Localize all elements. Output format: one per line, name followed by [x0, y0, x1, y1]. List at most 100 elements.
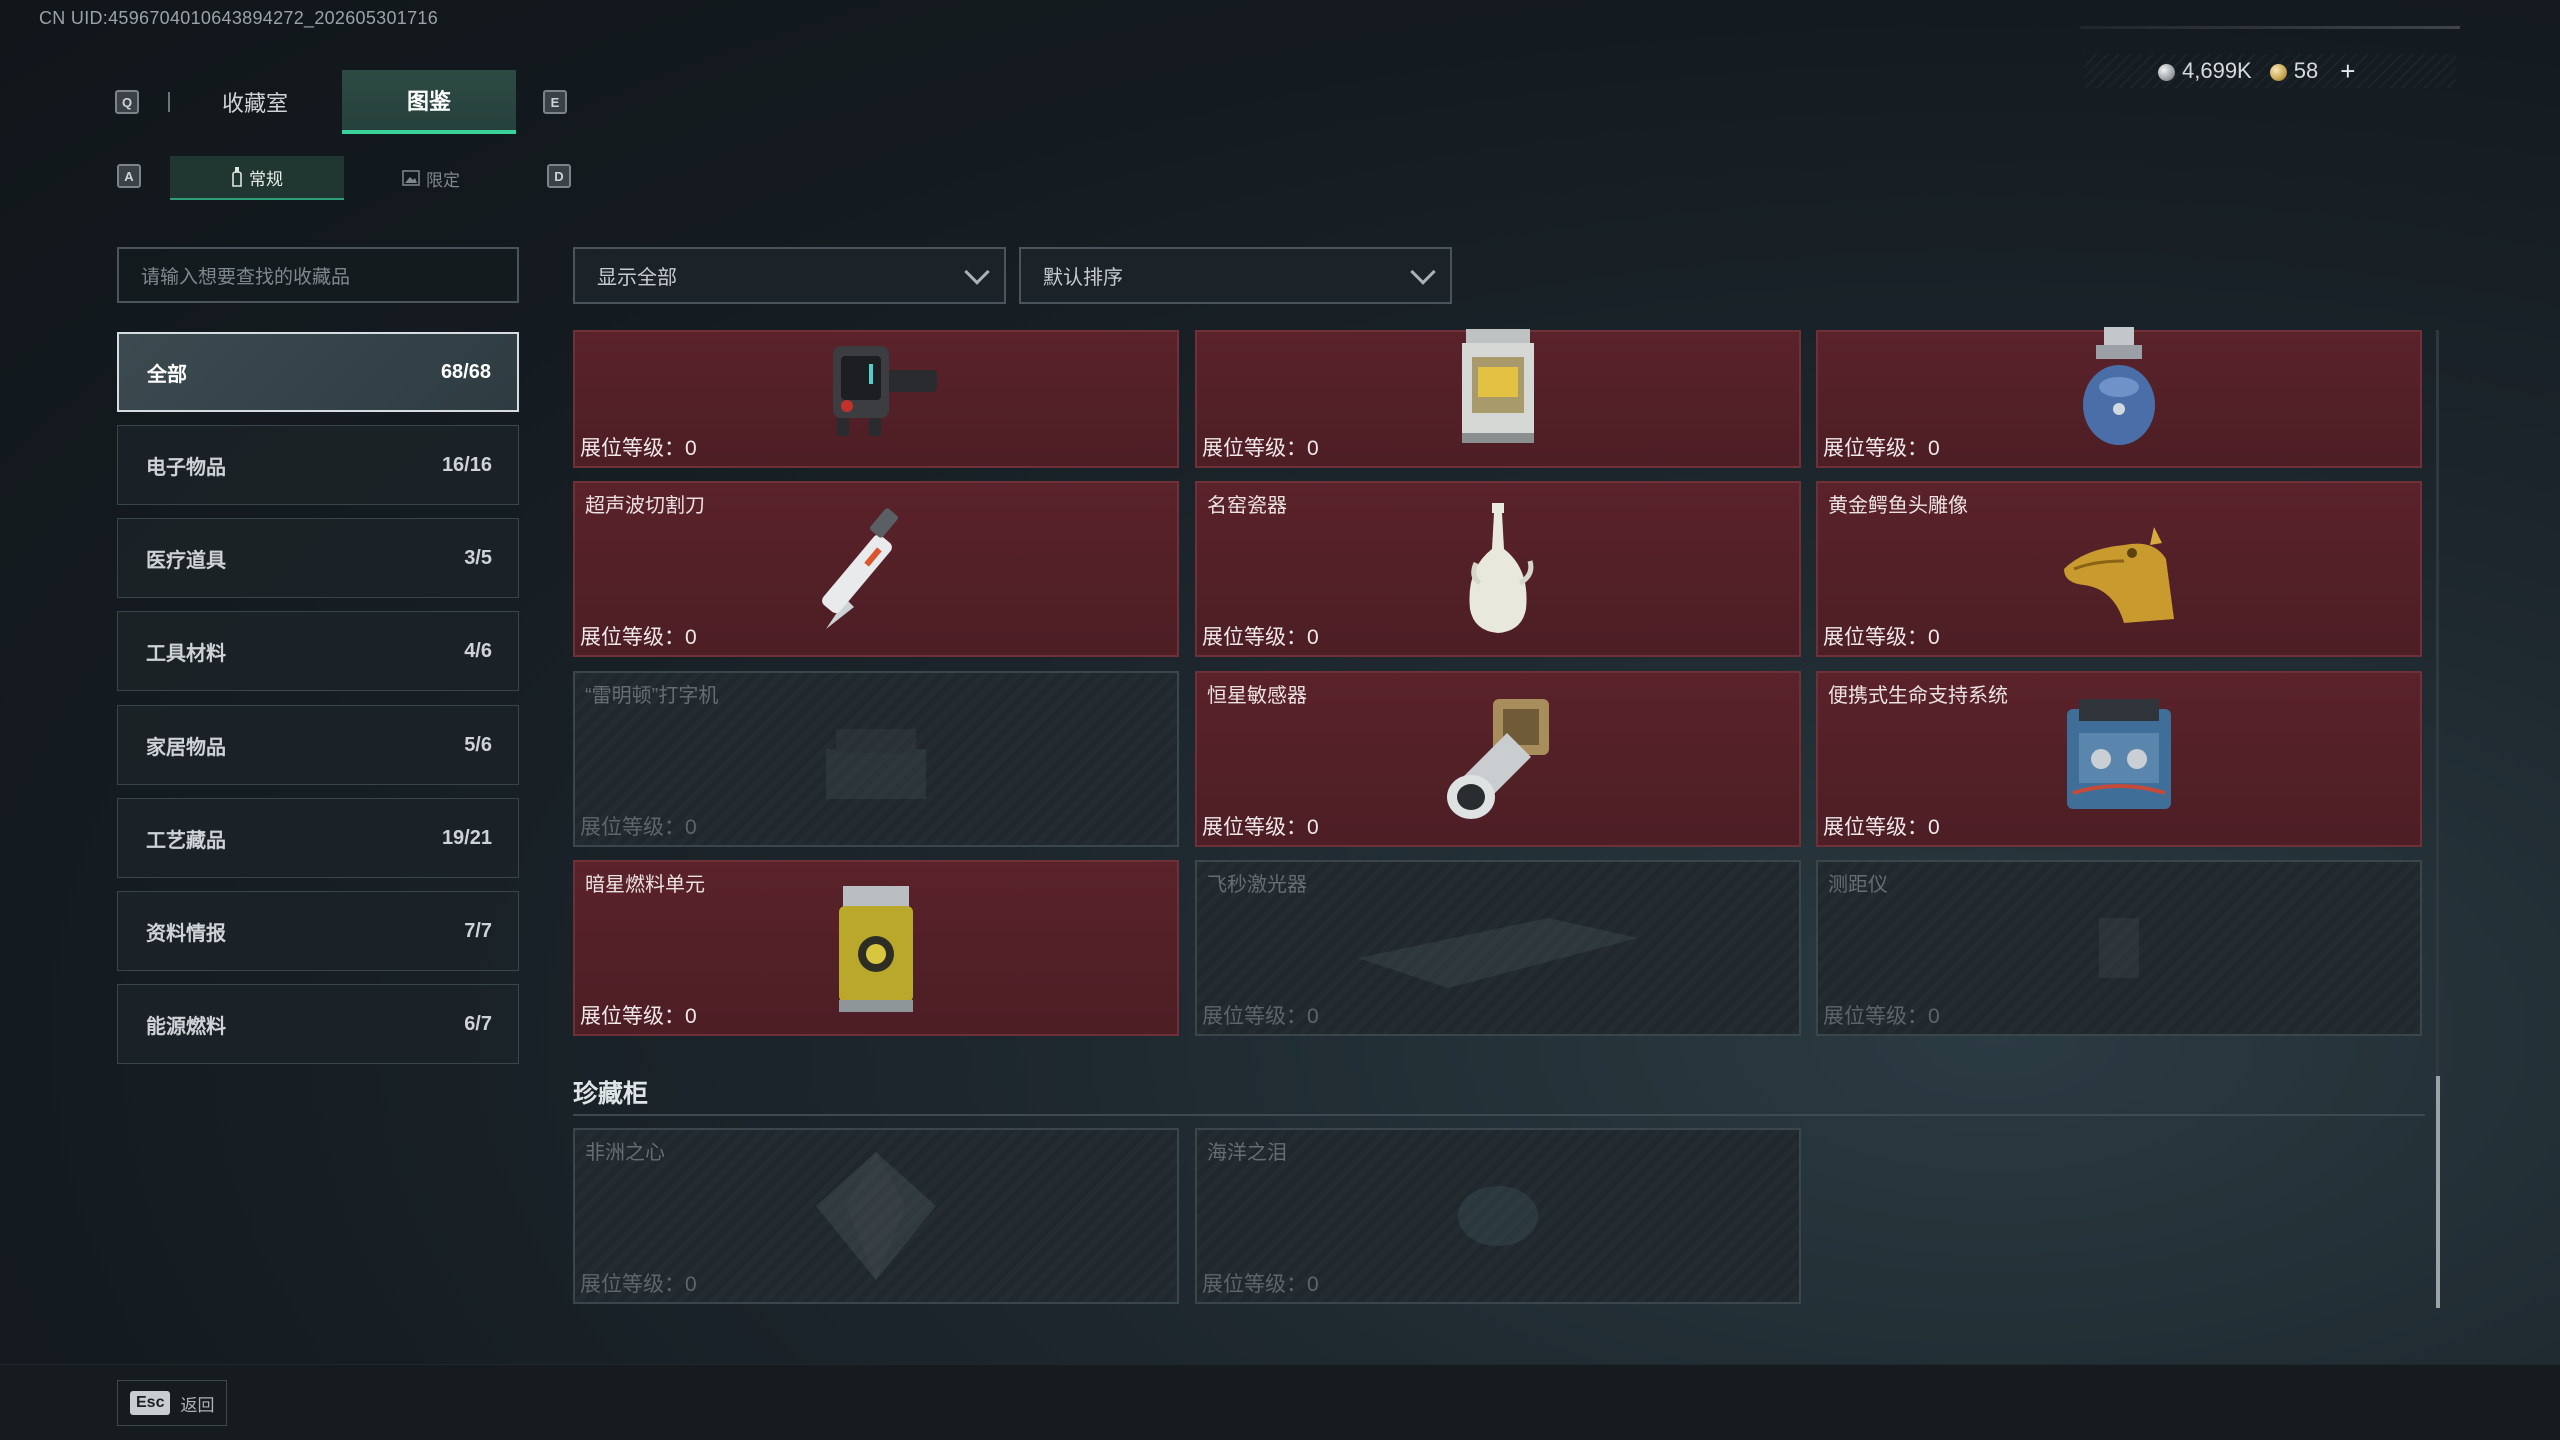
collection-card[interactable]: 展位等级：0 — [1816, 327, 2422, 468]
item-name: 恒星敏感器 — [1207, 685, 1307, 707]
section-title: 珍藏柜 — [573, 1080, 649, 1108]
gold-amount: 58 — [2293, 58, 2319, 83]
category-crafts[interactable]: 工艺藏品 19/21 — [117, 798, 519, 878]
lantern-icon — [1462, 329, 1534, 443]
picture-icon — [402, 170, 420, 186]
diamond-icon — [816, 1152, 936, 1280]
category-count: 19/21 — [441, 826, 492, 849]
key-hint-prev-subtab: A — [117, 164, 141, 188]
display-level: 展位等级：0 — [1823, 816, 1940, 839]
back-button[interactable]: Esc 返回 — [117, 1380, 227, 1426]
display-level: 展位等级：0 — [1823, 1005, 1940, 1028]
sort-dropdown[interactable]: 默认排序 — [1019, 247, 1452, 304]
item-name: 名窑瓷器 — [1207, 495, 1287, 517]
category-count: 68/68 — [440, 360, 491, 383]
category-tools[interactable]: 工具材料 4/6 — [117, 611, 519, 691]
rangefinder-icon — [2099, 918, 2139, 978]
category-count: 16/16 — [441, 453, 492, 476]
display-level: 展位等级：0 — [1202, 437, 1319, 460]
sub-tabs: 常规 限定 — [170, 156, 518, 200]
gold-coin-icon — [2269, 63, 2287, 81]
silver-amount: 4,699K — [2182, 58, 2252, 83]
tab-limited[interactable]: 限定 — [344, 156, 518, 200]
chevron-down-icon — [964, 258, 990, 285]
collection-card[interactable]: 恒星敏感器 展位等级：0 — [1195, 671, 1801, 847]
scrollbar-thumb[interactable] — [2436, 1076, 2440, 1308]
item-name: 便携式生命支持系统 — [1828, 685, 2008, 707]
show-filter-dropdown[interactable]: 显示全部 — [573, 247, 1006, 304]
collection-card-locked[interactable]: 飞秒激光器 展位等级：0 — [1195, 860, 1801, 1036]
category-household[interactable]: 家居物品 5/6 — [117, 705, 519, 785]
item-name: 暗星燃料单元 — [585, 874, 705, 896]
silver-currency: 4,699K — [2158, 58, 2252, 84]
gas-canister-icon — [2083, 327, 2155, 445]
category-count: 5/6 — [464, 733, 492, 756]
collection-card[interactable]: 超声波切割刀 展位等级：0 — [573, 481, 1179, 657]
tab-collection-room[interactable]: 收藏室 — [168, 70, 342, 134]
tab-regular[interactable]: 常规 — [170, 156, 344, 200]
category-label: 工艺藏品 — [146, 829, 226, 852]
category-label: 全部 — [147, 363, 187, 386]
display-level: 展位等级：0 — [1202, 1005, 1319, 1028]
bottom-bar — [0, 1364, 2560, 1440]
collection-card-locked[interactable]: 非洲之心 展位等级：0 — [573, 1128, 1179, 1304]
item-name: 海洋之泪 — [1207, 1142, 1287, 1164]
life-support-icon — [2067, 699, 2171, 809]
fuel-cell-icon — [839, 886, 913, 1012]
tab-codex[interactable]: 图鉴 — [342, 70, 516, 134]
category-medical[interactable]: 医疗道具 3/5 — [117, 518, 519, 598]
collection-card[interactable]: 名窑瓷器 展位等级：0 — [1195, 481, 1801, 657]
item-name: 非洲之心 — [585, 1142, 665, 1164]
category-count: 4/6 — [464, 639, 492, 662]
display-level: 展位等级：0 — [580, 626, 697, 649]
display-level: 展位等级：0 — [1202, 816, 1319, 839]
item-name: 测距仪 — [1828, 874, 1888, 896]
esc-key-icon: Esc — [130, 1391, 171, 1415]
display-level: 展位等级：0 — [580, 1005, 697, 1028]
category-electronics[interactable]: 电子物品 16/16 — [117, 425, 519, 505]
tab-regular-label: 常规 — [249, 169, 283, 189]
key-hint-prev-tab: Q — [115, 90, 139, 114]
silver-coin-icon — [2158, 63, 2175, 81]
category-count: 7/7 — [464, 919, 492, 942]
collection-card-locked[interactable]: 海洋之泪 展位等级：0 — [1195, 1128, 1801, 1304]
key-hint-next-tab: E — [543, 90, 567, 114]
show-filter-value: 显示全部 — [597, 267, 677, 289]
player-uid: CN UID:4596704010643894272_202605301716 — [39, 8, 439, 28]
section-divider — [573, 1114, 2425, 1116]
bottle-icon — [232, 167, 242, 187]
item-name: 超声波切割刀 — [585, 495, 705, 517]
item-name: 黄金鳄鱼头雕像 — [1828, 495, 1968, 517]
category-label: 能源燃料 — [146, 1015, 226, 1038]
collection-card-locked[interactable]: 测距仪 展位等级：0 — [1816, 860, 2422, 1036]
category-all[interactable]: 全部 68/68 — [117, 332, 519, 412]
wrist-device-icon — [833, 346, 937, 436]
collection-card[interactable]: 便携式生命支持系统 展位等级：0 — [1816, 671, 2422, 847]
laser-icon — [1358, 918, 1638, 988]
search-input[interactable]: 请输入想要查找的收藏品 — [117, 247, 519, 303]
display-level: 展位等级：0 — [580, 437, 697, 460]
collection-card[interactable]: 黄金鳄鱼头雕像 展位等级：0 — [1816, 481, 2422, 657]
category-label: 电子物品 — [146, 456, 226, 479]
item-name: 飞秒激光器 — [1207, 874, 1307, 896]
category-energy[interactable]: 能源燃料 6/7 — [117, 984, 519, 1064]
display-level: 展位等级：0 — [1202, 626, 1319, 649]
main-tabs: 收藏室 图鉴 — [168, 70, 516, 134]
key-hint-next-subtab: D — [547, 164, 571, 188]
category-intel[interactable]: 资料情报 7/7 — [117, 891, 519, 971]
collection-card-locked[interactable]: “雷明顿”打字机 展位等级：0 — [573, 671, 1179, 847]
collection-card[interactable]: 展位等级：0 — [1195, 329, 1801, 468]
collection-card[interactable]: 展位等级：0 — [573, 330, 1179, 468]
tab-limited-label: 限定 — [426, 170, 460, 190]
back-label: 返回 — [180, 1395, 215, 1415]
collection-card[interactable]: 暗星燃料单元 展位等级：0 — [573, 860, 1179, 1036]
display-level: 展位等级：0 — [1823, 626, 1940, 649]
add-currency-icon[interactable]: + — [2340, 56, 2355, 87]
star-sensor-icon — [1447, 699, 1549, 819]
top-divider — [2080, 26, 2460, 29]
porcelain-vase-icon — [1469, 503, 1534, 633]
display-level: 展位等级：0 — [1823, 437, 1940, 460]
display-level: 展位等级：0 — [580, 1273, 697, 1296]
gold-currency: 58 — [2269, 58, 2319, 84]
category-label: 资料情报 — [146, 922, 226, 945]
